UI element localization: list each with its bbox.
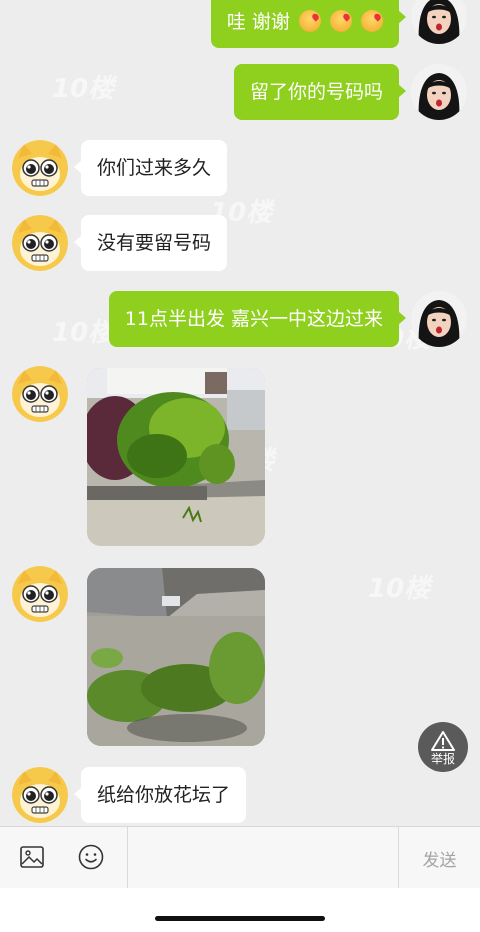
girl-avatar[interactable] (411, 291, 467, 347)
message-bubble-outgoing[interactable]: 哇 谢谢 (210, 0, 407, 48)
message-bubble-incoming[interactable]: 没有要留号码 (73, 215, 228, 271)
message-bubble-outgoing[interactable]: 留了你的号码吗 (233, 64, 407, 120)
cartoon-cat-avatar[interactable] (12, 566, 68, 622)
image-icon[interactable] (20, 846, 44, 868)
watermark: 10楼 (52, 74, 115, 104)
message-input[interactable] (128, 827, 398, 889)
message-text: 你们过来多久 (97, 157, 212, 179)
input-bar: 发送 (0, 826, 480, 889)
send-button[interactable]: 发送 (399, 827, 480, 889)
girl-avatar[interactable] (411, 64, 467, 120)
cartoon-cat-avatar[interactable] (12, 215, 68, 271)
message-text: 11点半出发 嘉兴一中这边过来 (124, 308, 383, 330)
cartoon-cat-avatar[interactable] (12, 767, 68, 823)
smile-icon[interactable] (78, 844, 104, 870)
watermark: 10楼 (368, 574, 431, 604)
message-bubble-incoming[interactable]: 纸给你放花坛了 (73, 767, 247, 823)
cartoon-cat-avatar[interactable] (12, 140, 68, 196)
report-label: 举报 (430, 751, 455, 766)
kiss-emoji-icon (329, 10, 352, 32)
watermark: 10楼 (52, 318, 115, 348)
message-text: 没有要留号码 (97, 232, 212, 254)
message-bubble-outgoing[interactable]: 11点半出发 嘉兴一中这边过来 (108, 291, 407, 347)
chat-area[interactable]: 10楼 10楼 10楼 10楼 10楼 10楼 10楼 10楼 哇 谢谢 留了你… (0, 0, 480, 826)
girl-avatar[interactable] (411, 0, 467, 44)
report-button[interactable]: 举报 (418, 722, 468, 772)
cartoon-cat-avatar[interactable] (12, 366, 68, 422)
kiss-emoji-icon (361, 10, 383, 32)
message-text: 哇 谢谢 (226, 11, 290, 33)
message-bubble-incoming[interactable]: 你们过来多久 (73, 140, 228, 196)
home-indicator[interactable] (155, 916, 325, 921)
kiss-emoji-icon (298, 10, 321, 32)
image-message-hedge-photo[interactable] (87, 368, 265, 546)
message-text: 留了你的号码吗 (249, 81, 383, 103)
warning-triangle-icon (431, 730, 455, 751)
home-area (0, 888, 480, 932)
message-text: 纸给你放花坛了 (97, 784, 231, 806)
image-message-weeds-photo[interactable] (87, 568, 265, 746)
